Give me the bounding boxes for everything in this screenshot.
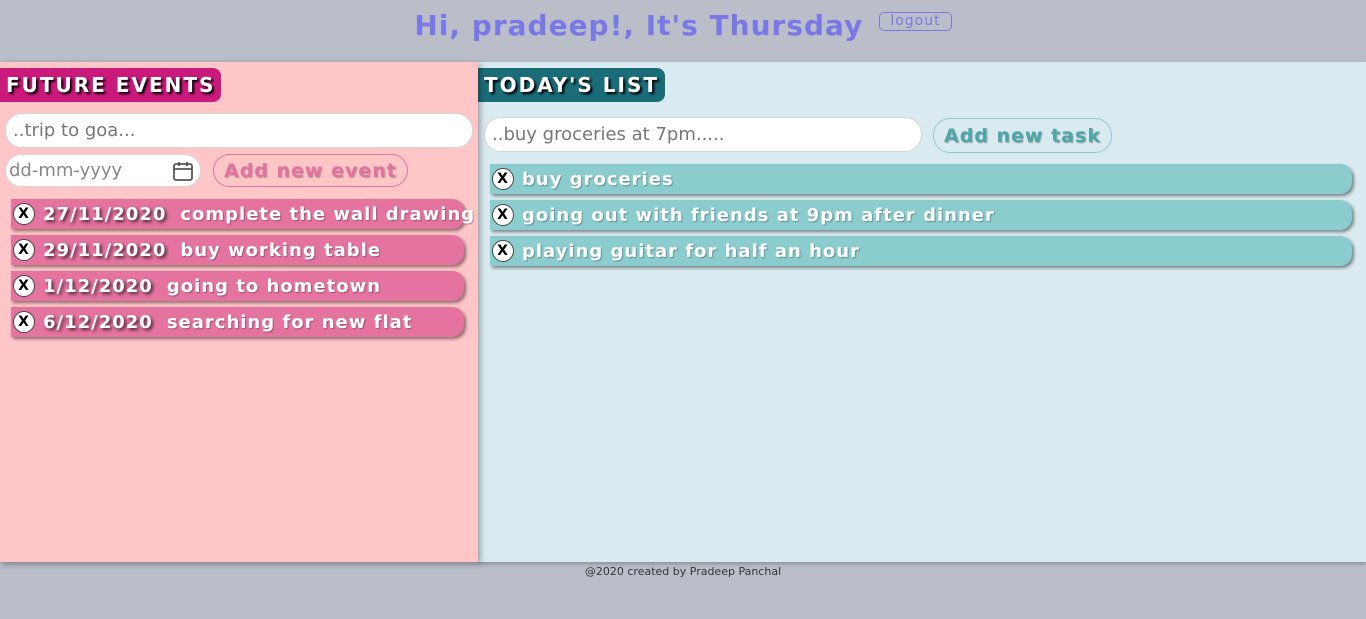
event-item: X 27/11/2020 complete the wall drawing (11, 199, 474, 229)
remove-task-button[interactable]: X (492, 204, 514, 226)
task-text: buy groceries (522, 168, 674, 190)
remove-task-button[interactable]: X (492, 240, 514, 262)
event-text: going to hometown (166, 275, 382, 297)
task-item: X buy groceries (490, 164, 1352, 194)
event-date: 27/11/2020 (43, 203, 167, 225)
remove-task-button[interactable]: X (492, 168, 514, 190)
remove-event-button[interactable]: X (13, 239, 35, 261)
task-text: playing guitar for half an hour (522, 240, 860, 262)
event-text: complete the wall drawing (180, 203, 476, 225)
event-input[interactable] (5, 113, 473, 148)
task-input[interactable] (484, 117, 922, 152)
task-text: going out with friends at 9pm after dinn… (522, 204, 995, 226)
remove-event-button[interactable]: X (13, 275, 35, 297)
event-item: X 29/11/2020 buy working table (11, 235, 464, 265)
future-events-title: FUTURE EVENTS (0, 68, 222, 102)
event-item: X 6/12/2020 searching for new flat (11, 307, 464, 337)
footer-credit: @2020 created by Pradeep Panchal (584, 565, 782, 578)
todays-list-panel: TODAY'S LIST Add new task X buy grocerie… (478, 62, 1366, 562)
remove-event-button[interactable]: X (13, 203, 35, 225)
event-date: 6/12/2020 (43, 311, 153, 333)
add-task-button[interactable]: Add new task (933, 118, 1112, 153)
event-text: buy working table (180, 239, 382, 261)
header: Hi, pradeep!, It's Thursday logout (0, 0, 1366, 56)
remove-event-button[interactable]: X (13, 311, 35, 333)
task-item: X playing guitar for half an hour (490, 236, 1352, 266)
future-events-panel: FUTURE EVENTS dd-mm-yyyy Add new event X… (0, 62, 478, 562)
greeting-text: Hi, pradeep!, It's Thursday (414, 8, 864, 42)
add-event-button[interactable]: Add new event (213, 154, 408, 187)
event-item: X 1/12/2020 going to hometown (11, 271, 464, 301)
calendar-icon[interactable] (172, 160, 194, 182)
date-placeholder: dd-mm-yyyy (9, 160, 123, 181)
logout-button[interactable]: logout (879, 11, 952, 31)
event-date: 29/11/2020 (43, 239, 167, 261)
event-date: 1/12/2020 (43, 275, 153, 297)
todays-list-title: TODAY'S LIST (478, 68, 666, 102)
task-item: X going out with friends at 9pm after di… (490, 200, 1352, 230)
date-input[interactable]: dd-mm-yyyy (5, 154, 201, 187)
event-text: searching for new flat (166, 311, 413, 333)
